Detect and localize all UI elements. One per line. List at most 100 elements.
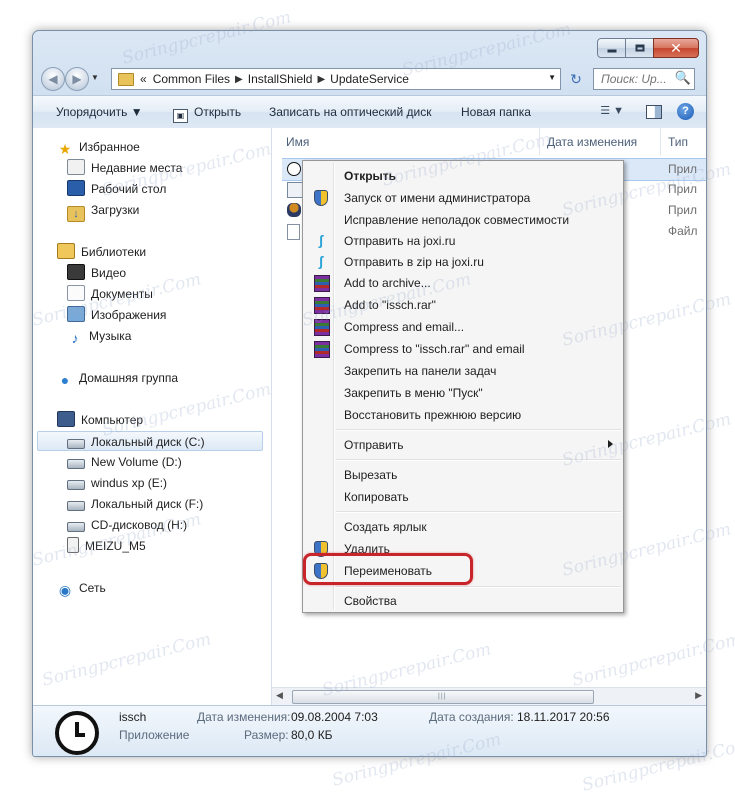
back-button[interactable]: ◀ <box>41 67 65 91</box>
column-header-modified[interactable]: Дата изменения <box>547 135 637 149</box>
open-button[interactable]: ▣ Открыть <box>173 105 241 123</box>
organize-button[interactable]: Упорядочить ▼ <box>56 105 143 119</box>
menu-send-zip-joxi-label: Отправить в zip на joxi.ru <box>344 255 484 269</box>
close-icon: ✕ <box>670 40 682 56</box>
folder-icon <box>118 72 134 86</box>
maximize-button[interactable] <box>625 38 654 58</box>
file-type: Прил <box>668 203 698 217</box>
menu-compress-email[interactable]: Compress and email... <box>305 316 621 338</box>
details-name: issch <box>119 710 147 724</box>
menu-send-to-label: Отправить <box>344 438 404 452</box>
nav-downloads[interactable]: ↓ Загрузки <box>67 200 139 222</box>
nav-libraries-label: Библиотеки <box>81 245 147 259</box>
column-divider[interactable] <box>539 128 540 155</box>
address-dropdown-icon[interactable]: ▼ <box>548 73 556 82</box>
nav-drive-h[interactable]: CD-дисковод (H:) <box>67 515 187 535</box>
menu-open[interactable]: Открыть <box>305 165 621 187</box>
recent-places-icon <box>67 159 85 175</box>
minimize-button[interactable] <box>597 38 626 58</box>
nav-meizu[interactable]: MEIZU_M5 <box>67 536 146 556</box>
new-folder-button[interactable]: Новая папка <box>461 105 531 119</box>
burn-button[interactable]: Записать на оптический диск <box>269 105 432 119</box>
menu-add-archive[interactable]: Add to archive... <box>305 272 621 294</box>
documents-icon <box>67 285 85 301</box>
nav-favorites[interactable]: ★ Избранное <box>57 137 140 157</box>
nav-drive-e[interactable]: windus xp (E:) <box>67 473 167 493</box>
scroll-right-icon[interactable]: ▶ <box>695 690 702 701</box>
details-kind: Приложение <box>119 728 190 742</box>
refresh-icon: ↻ <box>570 71 582 87</box>
menu-send-to[interactable]: Отправить <box>305 434 621 456</box>
local-disk-icon <box>67 439 85 449</box>
nav-desktop[interactable]: Рабочий стол <box>67 179 166 199</box>
nav-video[interactable]: Видео <box>67 263 126 283</box>
images-icon <box>67 306 85 322</box>
nav-music[interactable]: ♪ Музыка <box>67 326 132 346</box>
address-bar[interactable]: « Common Files ▶ InstallShield ▶ UpdateS… <box>111 68 561 90</box>
menu-create-shortcut[interactable]: Создать ярлык <box>305 516 621 538</box>
menu-send-zip-joxi[interactable]: ʃ Отправить в zip на joxi.ru <box>305 251 621 273</box>
horizontal-scrollbar[interactable]: ◀ ||| ▶ <box>272 687 706 705</box>
history-dropdown-icon[interactable]: ▼ <box>91 73 99 82</box>
nav-homegroup-label: Домашняя группа <box>79 371 179 385</box>
help-button[interactable]: ? <box>677 103 694 120</box>
menu-troubleshoot-label: Исправление неполадок совместимости <box>344 213 570 227</box>
nav-images[interactable]: Изображения <box>67 305 166 325</box>
drive-icon <box>67 459 85 469</box>
crumb-installshield[interactable]: InstallShield <box>248 72 313 86</box>
menu-restore-version-label: Восстановить прежнюю версию <box>344 408 522 422</box>
menu-run-as-admin[interactable]: Запуск от имени администратора <box>305 187 621 209</box>
context-menu: Открыть Запуск от имени администратора И… <box>302 160 624 613</box>
grip-icon: ||| <box>438 693 447 700</box>
close-button[interactable]: ✕ <box>653 38 699 58</box>
nav-homegroup[interactable]: ● Домашняя группа <box>57 368 178 388</box>
menu-pin-start[interactable]: Закрепить в меню "Пуск" <box>305 382 621 404</box>
nav-drive-c[interactable]: Локальный диск (C:) <box>37 431 263 451</box>
column-divider[interactable] <box>660 128 661 155</box>
nav-documents[interactable]: Документы <box>67 284 153 304</box>
nav-music-label: Музыка <box>89 329 132 343</box>
nav-computer[interactable]: Компьютер <box>57 410 143 430</box>
preview-pane-icon[interactable] <box>646 105 662 119</box>
menu-compress-rar-email[interactable]: Compress to "issch.rar" and email <box>305 338 621 360</box>
nav-libraries[interactable]: Библиотеки <box>57 242 146 262</box>
column-header-name[interactable]: Имя <box>286 135 309 149</box>
computer-icon <box>57 411 75 427</box>
menu-troubleshoot[interactable]: Исправление неполадок совместимости <box>305 209 621 231</box>
winrar-icon <box>314 341 330 358</box>
menu-send-joxi[interactable]: ʃ Отправить на joxi.ru <box>305 230 621 252</box>
menu-restore-version[interactable]: Восстановить прежнюю версию <box>305 404 621 426</box>
details-size-value: 80,0 КБ <box>291 728 333 742</box>
menu-copy[interactable]: Копировать <box>305 486 621 508</box>
crumb-updateservice[interactable]: UpdateService <box>330 72 409 86</box>
nav-favorites-label: Избранное <box>79 140 140 154</box>
views-button[interactable]: ☰ ▼ <box>600 104 624 117</box>
nav-drive-d[interactable]: New Volume (D:) <box>67 452 182 472</box>
crumb-separator-icon[interactable]: ▶ <box>317 74 325 85</box>
clock-app-icon <box>287 162 301 176</box>
drive-icon <box>67 480 85 490</box>
scrollbar-thumb[interactable]: ||| <box>292 690 594 704</box>
nav-recent[interactable]: Недавние места <box>67 158 182 178</box>
scroll-left-icon[interactable]: ◀ <box>276 690 283 701</box>
menu-add-rar[interactable]: Add to "issch.rar" <box>305 294 621 316</box>
address-overflow[interactable]: « <box>140 72 147 86</box>
refresh-button[interactable]: ↻ <box>564 69 588 89</box>
nav-network[interactable]: ◉ Сеть <box>57 578 106 598</box>
search-icon[interactable]: 🔍 <box>675 70 691 86</box>
menu-cut-label: Вырезать <box>344 468 398 482</box>
menu-compress-rar-email-label: Compress to "issch.rar" and email <box>344 342 525 356</box>
crumb-common-files[interactable]: Common Files <box>153 72 230 86</box>
menu-properties[interactable]: Свойства <box>305 590 621 612</box>
forward-arrow-icon: ▶ <box>72 72 82 86</box>
menu-separator <box>336 511 621 513</box>
search-box[interactable]: 🔍 <box>593 68 695 90</box>
crumb-separator-icon[interactable]: ▶ <box>235 74 243 85</box>
column-header-type[interactable]: Тип <box>668 135 688 149</box>
menu-pin-taskbar[interactable]: Закрепить на панели задач <box>305 360 621 382</box>
search-input[interactable] <box>599 69 679 89</box>
menu-cut[interactable]: Вырезать <box>305 464 621 486</box>
nav-drive-f[interactable]: Локальный диск (F:) <box>67 494 203 514</box>
forward-button[interactable]: ▶ <box>65 67 89 91</box>
file-type: Файл <box>668 224 698 238</box>
